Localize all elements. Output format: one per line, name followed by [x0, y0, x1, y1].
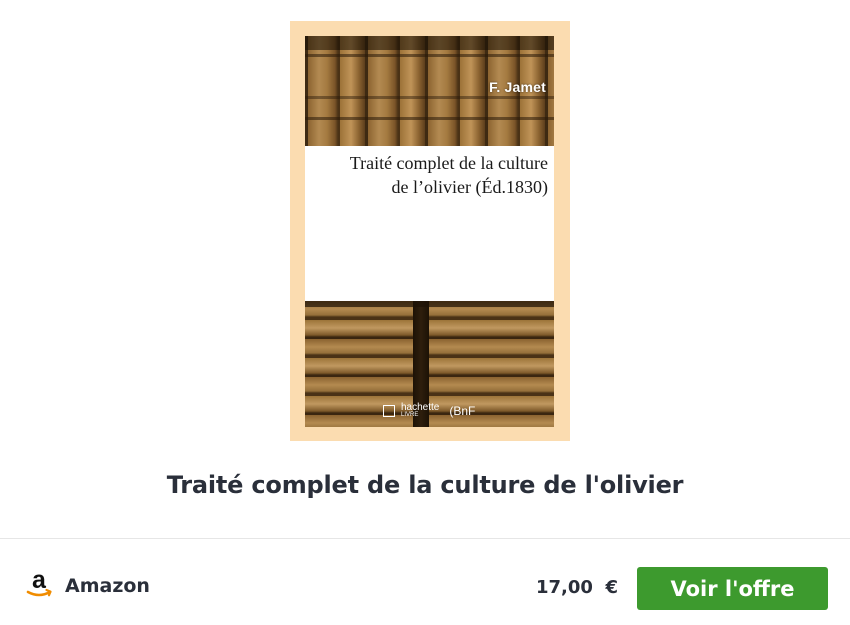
product-title: Traité complet de la culture de l'olivie… — [166, 471, 684, 499]
view-offer-button[interactable]: Voir l'offre — [637, 567, 828, 610]
svg-text:a: a — [32, 567, 47, 594]
amazon-logo-icon: a — [26, 567, 52, 597]
product-page: F. Jamet Traité complet de la culture de… — [0, 0, 850, 625]
cover-title-line-1: Traité complet de la culture — [349, 153, 548, 173]
publisher-hachette: hachette LIVRE — [401, 403, 439, 419]
hachette-logo-icon — [383, 404, 395, 417]
book-cover: F. Jamet Traité complet de la culture de… — [305, 36, 554, 427]
cover-title-panel: Traité complet de la culture de l’olivie… — [305, 146, 554, 301]
book-cover-image[interactable]: F. Jamet Traité complet de la culture de… — [290, 21, 570, 441]
offer-price: 17,00 € — [536, 577, 618, 598]
cover-author: F. Jamet — [489, 79, 546, 95]
cover-title-line-2: de l’olivier (Éd.1830) — [391, 177, 548, 197]
divider — [0, 538, 850, 539]
cover-publisher: hachette LIVRE (BnF — [383, 403, 475, 418]
seller-name: Amazon — [65, 575, 150, 597]
cover-title: Traité complet de la culture de l’olivie… — [308, 151, 548, 199]
publisher-bnf: (BnF — [449, 403, 476, 418]
